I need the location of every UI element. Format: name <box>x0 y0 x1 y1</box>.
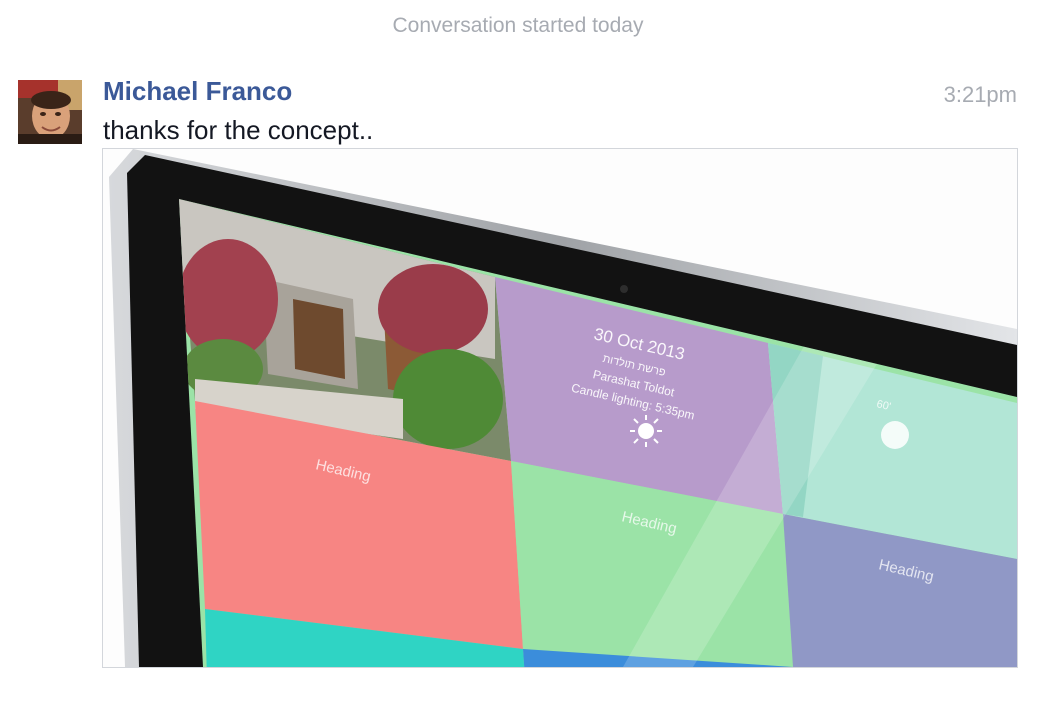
monitor-mockup-image: 30 Oct 2013 פרשת תולדות Parashat Toldot … <box>103 149 1017 667</box>
conversation-view: Conversation started today Michael Franc… <box>0 0 1048 714</box>
image-attachment[interactable]: 30 Oct 2013 פרשת תולדות Parashat Toldot … <box>102 148 1018 668</box>
message-text: thanks for the concept.. <box>103 115 374 145</box>
avatar[interactable] <box>18 80 82 144</box>
author-name-link[interactable]: Michael Franco <box>103 76 292 107</box>
camera-icon <box>620 285 628 293</box>
avatar-photo <box>18 80 82 144</box>
clock-icon <box>881 421 909 449</box>
message-timestamp: 3:21pm <box>943 82 1017 107</box>
sun-icon <box>630 415 662 447</box>
conversation-started-label: Conversation started today <box>392 14 644 37</box>
